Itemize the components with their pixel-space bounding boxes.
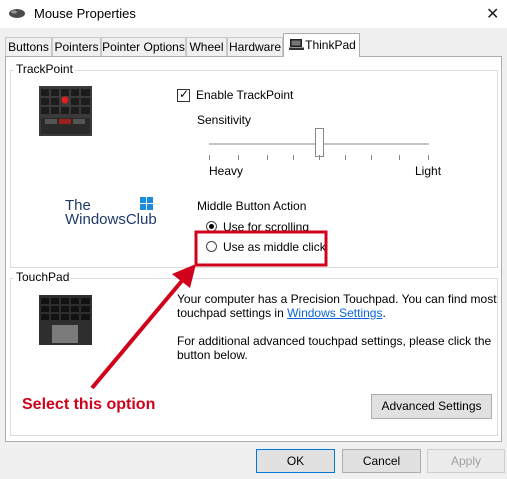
watermark-line2: WindowsClub	[65, 211, 157, 228]
annotation-text: Select this option	[22, 396, 156, 413]
use-for-scrolling-radio[interactable]	[206, 221, 217, 232]
light-label: Light	[415, 164, 442, 178]
slider-tick	[399, 155, 400, 160]
touchpad-info-suffix: .	[382, 306, 386, 320]
touchpad-additional-line2: button below.	[177, 348, 248, 362]
cancel-button[interactable]: Cancel	[342, 449, 421, 473]
enable-trackpoint-label: Enable TrackPoint	[196, 88, 294, 102]
trackpoint-group-label: TrackPoint	[14, 62, 75, 76]
tab-wheel[interactable]: Wheel	[186, 37, 227, 56]
use-for-scrolling-label: Use for scrolling	[223, 220, 310, 234]
slider-tick	[345, 155, 346, 160]
trackpoint-keyboard-image	[39, 86, 92, 136]
touchpad-keyboard-image	[39, 295, 92, 345]
middle-button-action-label: Middle Button Action	[197, 199, 307, 213]
touchpad-group-label: TouchPad	[14, 270, 72, 284]
windows-logo-icon	[140, 197, 153, 210]
slider-tick	[371, 155, 372, 160]
slider-tick	[293, 155, 294, 160]
touchpad-info-line2: touchpad settings in Windows Settings.	[177, 306, 386, 320]
apply-button[interactable]: Apply	[427, 449, 505, 473]
close-icon[interactable]: ✕	[486, 4, 499, 24]
tab-hardware[interactable]: Hardware	[227, 37, 283, 56]
title-bar: Mouse Properties ✕	[0, 0, 507, 28]
window-title: Mouse Properties	[34, 6, 136, 21]
tab-thinkpad-label: ThinkPad	[305, 38, 356, 52]
slider-tick	[238, 155, 239, 160]
sensitivity-label: Sensitivity	[197, 113, 252, 127]
ok-button[interactable]: OK	[256, 449, 335, 473]
touchpad-info-line1: Your computer has a Precision Touchpad. …	[177, 292, 497, 306]
tab-thinkpad[interactable]: ThinkPad	[283, 33, 360, 57]
checkmark-icon: ✓	[179, 87, 190, 101]
thinkpad-icon	[289, 39, 304, 50]
slider-tick	[319, 155, 320, 160]
slider-tick	[428, 155, 429, 160]
touchpad-additional-line1: For additional advanced touchpad setting…	[177, 334, 492, 348]
tab-buttons[interactable]: Buttons	[5, 37, 52, 56]
slider-tick	[209, 155, 210, 160]
mouse-icon	[9, 9, 25, 18]
heavy-label: Heavy	[209, 164, 244, 178]
enable-trackpoint-checkbox[interactable]: ✓	[177, 87, 190, 102]
advanced-settings-button[interactable]: Advanced Settings	[371, 394, 492, 419]
touchpad-info-prefix: touchpad settings in	[177, 306, 288, 320]
sensitivity-slider-thumb[interactable]	[315, 128, 324, 157]
slider-tick	[267, 155, 268, 160]
tab-pointer-options[interactable]: Pointer Options	[101, 37, 186, 56]
windows-settings-link[interactable]: Windows Settings	[287, 306, 382, 320]
use-as-middle-click-label: Use as middle click	[223, 240, 326, 254]
use-as-middle-click-radio[interactable]	[206, 241, 217, 252]
tab-pointers[interactable]: Pointers	[52, 37, 101, 56]
